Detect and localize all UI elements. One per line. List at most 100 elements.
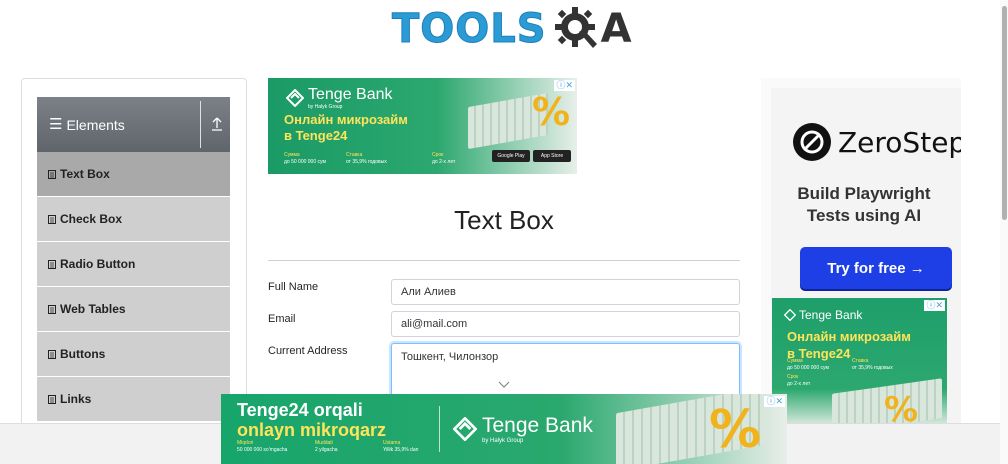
ad-term-3: Срок до 2-х лет [432, 152, 455, 166]
toolsqa-logo[interactable]: TOOLS A [392, 4, 632, 54]
ad-term-value: до 2-х лет [432, 159, 456, 165]
google-play-badge[interactable]: Google Play [492, 150, 530, 162]
sidebar-item-links[interactable]: Links [37, 377, 230, 422]
zerostep-brand: ZeroStep [838, 125, 961, 159]
ad-term-value: 2 yilgacha [315, 447, 338, 453]
sidebar-item-text-box[interactable]: Text Box [37, 152, 230, 197]
full-name-label: Full Name [268, 281, 319, 293]
logo-suffix: A [600, 6, 632, 52]
ad-term-label: Muddati [315, 440, 333, 446]
ad-term-label: Сумма [787, 358, 803, 364]
zerostep-logo: ZeroStep [792, 122, 961, 162]
group-title: Elements [66, 116, 125, 133]
tenge-bank-icon [286, 89, 304, 107]
ad-term-value: Yillik 35,9% dan [383, 447, 419, 453]
ad-term-value: от 35,9% годовых [852, 365, 893, 371]
bank-name: Tenge Bank [482, 414, 593, 437]
sidebar-item-check-box[interactable]: Check Box [37, 197, 230, 242]
ad-headline: Build Playwright Tests using AI [761, 183, 961, 227]
app-store-badge[interactable]: App Store [533, 150, 571, 162]
zerostep-icon [793, 123, 831, 161]
ad-headline-line1: Онлайн микрозайм [787, 329, 911, 344]
bank-sub: by Halyk Group [308, 104, 343, 110]
ad-headline-line1: Build Playwright [797, 184, 931, 203]
ad-close-icon[interactable]: ⓘ✕ [554, 80, 575, 91]
menu-list: Text Box Check Box Radio Button Web Tabl… [37, 152, 230, 422]
sidebar-item-web-tables[interactable]: Web Tables [37, 287, 230, 332]
ad-term-label: Сумма [284, 152, 300, 158]
ad-close-icon[interactable]: ⓘ✕ [924, 300, 945, 311]
bank-logo: Tenge Bank by Halyk Group [453, 414, 593, 444]
full-name-input[interactable]: Али Алиев [391, 279, 740, 305]
ad-banner-right-2[interactable]: Tenge Bank Онлайн микрозайм в Tenge24 Су… [772, 298, 947, 428]
ad-term-2: Ставка от 35,9% годовых [852, 358, 893, 372]
ad-headline: Tenge24 orqali onlayn mikroqarz [237, 400, 386, 440]
ad-term-value: до 50 000 000 сум [787, 365, 829, 371]
scrollbar-thumb[interactable] [1002, 6, 1007, 220]
ad-term-label: Ставка [346, 152, 363, 158]
ad-term-value: до 2-х лет [787, 381, 811, 387]
document-icon [48, 169, 56, 179]
ad-term-1: Miqdori 50 000 000 so'mgacha [237, 440, 287, 454]
sidebar-item-label: Text Box [60, 167, 110, 181]
tenge-bank-icon [453, 417, 477, 441]
ad-banner-top[interactable]: Tenge Bank by Halyk Group Онлайн микрозай… [268, 78, 577, 174]
sidebar-item-radio-button[interactable]: Radio Button [37, 242, 230, 287]
ad-term-label: Ustama [383, 440, 401, 446]
ad-term-1: Сумма до 50 000 000 сум [787, 358, 829, 372]
bank-name: Tenge Bank [799, 308, 863, 322]
ad-headline: Онлайн микрозайм в Tenge24 [284, 112, 408, 144]
email-label: Email [268, 313, 296, 325]
ad-headline-line2: Tests using AI [806, 206, 922, 225]
divider [200, 101, 201, 148]
ad-term-2: Muddati 2 yilgacha [315, 440, 338, 454]
percent-symbol: % [709, 400, 762, 460]
document-icon [48, 349, 56, 359]
chevron-down-icon [498, 381, 510, 388]
document-icon [48, 259, 56, 269]
sidebar-item-label: Buttons [60, 347, 106, 361]
menu-icon: ☰ [49, 116, 63, 133]
try-for-free-button[interactable]: Try for free → [800, 247, 952, 289]
sidebar-panel: ☰ Elements Text Box Check Box Radio Butt… [21, 78, 247, 464]
ad-headline-line1: Онлайн микрозайм [284, 112, 408, 127]
ad-term-value: до 50 000 000 сум [284, 159, 326, 165]
ad-banner-bottom[interactable]: Tenge24 orqali onlayn mikroqarz Miqdori 5… [221, 394, 787, 464]
ad-term-3: Ustama Yillik 35,9% dan [383, 440, 418, 454]
ad-headline-line1: Tenge24 orqali [237, 400, 363, 420]
title-divider [268, 260, 740, 261]
ad-term-value: 50 000 000 so'mgacha [237, 447, 288, 453]
bank-logo: Tenge Bank by Halyk Group [286, 86, 393, 110]
ad-term-2: Ставка от 35,9% годовых [346, 152, 387, 166]
sidebar-item-label: Links [60, 392, 92, 406]
page-title: Text Box [454, 205, 554, 235]
ad-term-3: Срок до 2-х лет [787, 374, 810, 388]
group-header-elements[interactable]: ☰ Elements [37, 97, 230, 152]
document-icon [48, 394, 56, 404]
current-address-label: Current Address [268, 345, 348, 357]
collapse-icon[interactable] [210, 116, 224, 132]
ad-term-label: Срок [432, 152, 444, 158]
bank-sub: by Halyk Group [482, 438, 524, 444]
ad-headline-line2: в Tenge24 [284, 128, 348, 143]
bank-logo: Tenge Bank [784, 308, 862, 322]
ad-term-label: Срок [787, 374, 799, 380]
document-icon [48, 304, 56, 314]
email-input[interactable]: ali@mail.com [391, 311, 740, 337]
bank-name: Tenge Bank [308, 86, 393, 103]
sidebar-item-buttons[interactable]: Buttons [37, 332, 230, 377]
ad-term-label: Ставка [852, 358, 869, 364]
ad-close-icon[interactable]: ⓘ✕ [764, 396, 785, 407]
ad-headline-line2: onlayn mikroqarz [237, 420, 387, 440]
ad-headline: Онлайн микрозайм в Tenge24 [787, 328, 911, 362]
document-icon [48, 214, 56, 224]
logo-text: TOOLS [392, 6, 547, 53]
gear-q-icon [554, 7, 597, 48]
sidebar-item-label: Web Tables [60, 302, 126, 316]
ad-term-1: Сумма до 50 000 000 сум [284, 152, 326, 166]
percent-symbol: % [532, 90, 571, 134]
ad-term-value: от 35,9% годовых [346, 159, 387, 165]
ad-term-label: Miqdori [237, 440, 254, 446]
sidebar-item-label: Check Box [60, 212, 123, 226]
sidebar-item-label: Radio Button [60, 257, 136, 271]
